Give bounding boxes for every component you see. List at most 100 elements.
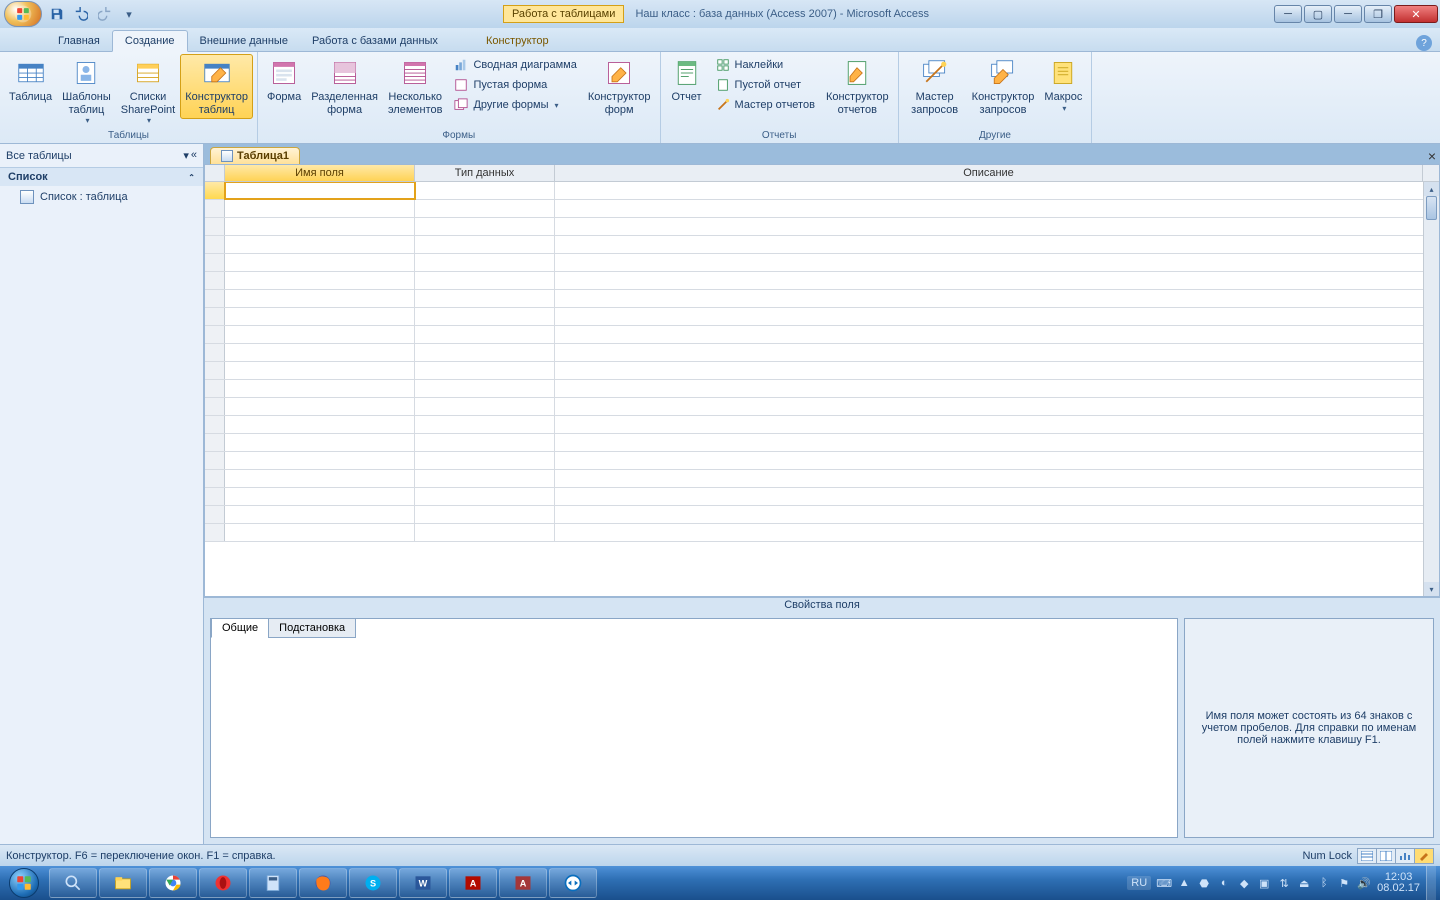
group-tables-label: Таблицы [4, 128, 253, 143]
document-tabs: Таблица1 × [204, 144, 1440, 164]
undo-icon[interactable] [70, 3, 92, 25]
document-close-button[interactable]: × [1428, 148, 1436, 164]
group-forms: Форма Разделенная форма Несколько элемен… [258, 52, 661, 143]
field-properties-sheet[interactable]: Общие Подстановка [210, 618, 1178, 838]
tray-network-icon[interactable]: ⇅ [1277, 876, 1291, 890]
tray-action-icon[interactable]: ⚑ [1337, 876, 1351, 890]
sharepoint-lists-button[interactable]: Списки SharePoint [116, 54, 180, 128]
tray-usb-icon[interactable]: ⏏ [1297, 876, 1311, 890]
group-reports: Отчет Наклейки Пустой отчет Мастер отчет… [661, 52, 899, 143]
nav-pane-header[interactable]: Все таблицы ▾« [0, 144, 203, 168]
row-selector[interactable] [205, 182, 225, 199]
restore-button[interactable]: ❐ [1364, 5, 1392, 23]
tray-volume-icon[interactable]: 🔊 [1357, 876, 1371, 890]
macro-button[interactable]: Макрос [1039, 54, 1087, 116]
data-type-cell[interactable] [415, 182, 555, 199]
taskbar-item-teamviewer[interactable] [549, 868, 597, 898]
column-header-field-name[interactable]: Имя поля [225, 165, 415, 181]
tray-ccleaner-icon[interactable]: ◐ [1217, 876, 1231, 890]
taskbar-item-firefox[interactable] [299, 868, 347, 898]
report-wizard-button[interactable]: Мастер отчетов [711, 96, 819, 114]
taskbar-item-magnifier[interactable] [49, 868, 97, 898]
scroll-up-icon[interactable]: ▴ [1424, 182, 1439, 196]
labels-icon [715, 57, 731, 73]
labels-button[interactable]: Наклейки [711, 56, 819, 74]
view-buttons [1358, 848, 1434, 864]
maximize-button[interactable]: ▢ [1304, 5, 1332, 23]
form-button[interactable]: Форма [262, 54, 306, 107]
vertical-scrollbar[interactable]: ▴▾ [1423, 182, 1439, 596]
help-button[interactable]: ? [1416, 35, 1432, 51]
redo-icon[interactable] [94, 3, 116, 25]
minimize-button[interactable]: ─ [1274, 5, 1302, 23]
taskbar-item-chrome[interactable] [149, 868, 197, 898]
tray-av-icon[interactable]: ▣ [1257, 876, 1271, 890]
field-properties-hint: Имя поля может состоять из 64 знаков с у… [1184, 618, 1434, 838]
qat-customize-icon[interactable]: ▾ [118, 3, 140, 25]
save-icon[interactable] [46, 3, 68, 25]
scroll-down-icon[interactable]: ▾ [1424, 582, 1439, 596]
description-cell[interactable] [555, 182, 1439, 199]
nav-item-spisok-table[interactable]: Список : таблица [0, 186, 203, 208]
tray-flag-icon[interactable]: ▲ [1177, 876, 1191, 890]
tab-design[interactable]: Конструктор [474, 31, 561, 51]
query-wizard-button[interactable]: Мастер запросов [903, 54, 967, 119]
grid-body[interactable]: ▴▾ [205, 182, 1439, 596]
window-title: Наш класс : база данных (Access 2007) - … [627, 6, 937, 22]
tab-create[interactable]: Создание [112, 30, 188, 52]
language-indicator[interactable]: RU [1127, 876, 1151, 890]
office-button[interactable] [4, 1, 42, 27]
pivot-chart-button[interactable]: Сводная диаграмма [449, 56, 580, 74]
tab-database-tools[interactable]: Работа с базами данных [300, 31, 450, 51]
document-tab-tablitsa1[interactable]: Таблица1 [210, 147, 300, 164]
tab-lookup[interactable]: Подстановка [268, 618, 356, 638]
datasheet-view-button[interactable] [1357, 848, 1377, 864]
taskbar-item-explorer[interactable] [99, 868, 147, 898]
tab-external-data[interactable]: Внешние данные [188, 31, 300, 51]
multiple-items-button[interactable]: Несколько элементов [383, 54, 448, 119]
table-button[interactable]: Таблица [4, 54, 57, 107]
table-templates-button[interactable]: Шаблоны таблиц [57, 54, 116, 128]
tray-keyboard-icon[interactable]: ⌨ [1157, 876, 1171, 890]
scroll-thumb[interactable] [1426, 196, 1437, 220]
query-design-button[interactable]: Конструктор запросов [967, 54, 1040, 119]
column-header-data-type[interactable]: Тип данных [415, 165, 555, 181]
start-button[interactable] [0, 866, 48, 900]
more-forms-button[interactable]: Другие формы [449, 96, 580, 114]
taskbar-item-opera[interactable] [199, 868, 247, 898]
blank-report-button[interactable]: Пустой отчет [711, 76, 819, 94]
taskbar: S W A A RU ⌨ ▲ ⬣ ◐ ◆ ▣ ⇅ ⏏ ᛒ ⚑ 🔊 12:0308… [0, 866, 1440, 900]
tray-shield-icon[interactable]: ⬣ [1197, 876, 1211, 890]
minimize2-button[interactable]: ─ [1334, 5, 1362, 23]
nav-dropdown-icon[interactable]: ▾ [183, 149, 189, 162]
taskbar-item-skype[interactable]: S [349, 868, 397, 898]
table-design-button[interactable]: Конструктор таблиц [180, 54, 253, 119]
form-design-button[interactable]: Конструктор форм [583, 54, 656, 119]
svg-text:A: A [470, 878, 477, 888]
tray-bluetooth-icon[interactable]: ᛒ [1317, 876, 1331, 890]
taskbar-item-word[interactable]: W [399, 868, 447, 898]
split-form-button[interactable]: Разделенная форма [306, 54, 383, 119]
pivot-table-view-button[interactable] [1376, 848, 1396, 864]
taskbar-item-access[interactable]: A [499, 868, 547, 898]
group-other: Мастер запросов Конструктор запросов Мак… [899, 52, 1093, 143]
column-header-description[interactable]: Описание [555, 165, 1423, 181]
field-name-cell[interactable] [225, 182, 415, 199]
nav-collapse-icon[interactable]: « [191, 149, 197, 162]
context-tab-label: Работа с таблицами [503, 5, 624, 23]
close-button[interactable]: ✕ [1394, 5, 1438, 23]
taskbar-item-acrobat[interactable]: A [449, 868, 497, 898]
tray-app-icon[interactable]: ◆ [1237, 876, 1251, 890]
tab-general[interactable]: Общие [211, 618, 269, 638]
report-button[interactable]: Отчет [665, 54, 709, 107]
design-view-button[interactable] [1414, 848, 1434, 864]
tab-home[interactable]: Главная [46, 31, 112, 51]
row-selector-header[interactable] [205, 165, 225, 181]
pivot-chart-view-button[interactable] [1395, 848, 1415, 864]
show-desktop-button[interactable] [1426, 866, 1436, 900]
blank-form-button[interactable]: Пустая форма [449, 76, 580, 94]
report-design-button[interactable]: Конструктор отчетов [821, 54, 894, 119]
taskbar-item-calculator[interactable] [249, 868, 297, 898]
tray-clock[interactable]: 12:0308.02.17 [1377, 872, 1420, 894]
nav-group-spisok[interactable]: Список⌃ [0, 168, 203, 186]
